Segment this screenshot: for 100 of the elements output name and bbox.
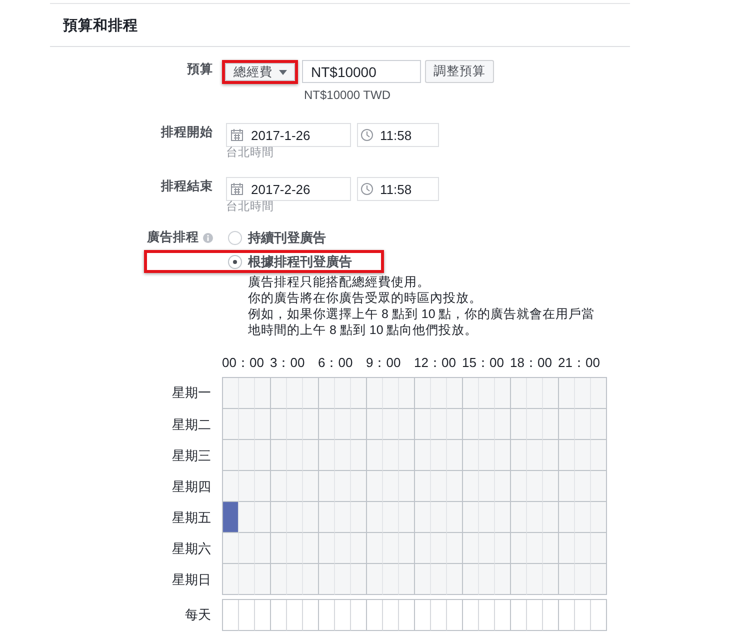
time-slot[interactable] (255, 409, 271, 440)
time-slot[interactable] (559, 502, 575, 533)
time-slot[interactable] (319, 378, 335, 409)
time-slot[interactable] (223, 409, 239, 440)
time-slot[interactable] (479, 502, 495, 533)
time-slot[interactable] (287, 564, 303, 595)
time-slot[interactable] (287, 440, 303, 471)
time-slot[interactable] (399, 502, 415, 533)
time-slot[interactable] (511, 600, 527, 631)
time-slot[interactable] (335, 471, 351, 502)
time-slot[interactable] (511, 378, 527, 409)
time-slot[interactable] (447, 409, 463, 440)
time-slot[interactable] (527, 502, 543, 533)
time-slot[interactable] (319, 600, 335, 631)
time-slot[interactable] (431, 564, 447, 595)
time-slot[interactable] (447, 533, 463, 564)
time-slot[interactable] (383, 378, 399, 409)
time-slot[interactable] (559, 440, 575, 471)
time-slot[interactable] (319, 564, 335, 595)
time-slot[interactable] (319, 440, 335, 471)
budget-type-dropdown[interactable]: 總經費 (225, 63, 295, 81)
time-slot[interactable] (383, 502, 399, 533)
time-slot[interactable] (543, 564, 559, 595)
time-slot[interactable] (415, 409, 431, 440)
time-slot[interactable] (223, 564, 239, 595)
time-slot[interactable] (431, 378, 447, 409)
time-slot[interactable] (255, 440, 271, 471)
time-slot[interactable] (591, 409, 607, 440)
time-slot[interactable] (543, 471, 559, 502)
time-slot[interactable] (431, 502, 447, 533)
time-field[interactable]: 11:58 (357, 177, 439, 201)
time-slot[interactable] (351, 471, 367, 502)
time-slot[interactable] (527, 440, 543, 471)
time-slot[interactable] (495, 440, 511, 471)
time-slot[interactable] (303, 378, 319, 409)
time-slot[interactable] (543, 440, 559, 471)
time-slot[interactable] (399, 600, 415, 631)
time-slot[interactable] (367, 440, 383, 471)
time-slot[interactable] (447, 600, 463, 631)
time-slot[interactable] (543, 600, 559, 631)
time-slot[interactable] (511, 409, 527, 440)
time-slot[interactable] (287, 409, 303, 440)
time-slot[interactable] (431, 471, 447, 502)
time-slot[interactable] (287, 533, 303, 564)
time-slot[interactable] (383, 440, 399, 471)
time-slot[interactable] (591, 533, 607, 564)
time-slot[interactable] (479, 564, 495, 595)
time-slot[interactable] (335, 600, 351, 631)
time-slot[interactable] (511, 533, 527, 564)
time-slot[interactable] (239, 533, 255, 564)
budget-amount-field[interactable]: NT$10000 (302, 60, 421, 83)
time-slot[interactable] (287, 600, 303, 631)
date-field[interactable]: 2017-2-26 (226, 177, 351, 201)
time-slot[interactable] (511, 471, 527, 502)
time-slot[interactable] (367, 378, 383, 409)
time-slot[interactable] (495, 378, 511, 409)
time-slot[interactable] (383, 564, 399, 595)
time-slot[interactable] (479, 440, 495, 471)
time-slot[interactable] (271, 533, 287, 564)
time-slot[interactable] (591, 471, 607, 502)
time-slot[interactable] (463, 564, 479, 595)
time-slot[interactable] (271, 502, 287, 533)
time-slot[interactable] (447, 471, 463, 502)
time-slot[interactable] (319, 502, 335, 533)
time-slot[interactable] (319, 409, 335, 440)
time-slot[interactable] (223, 440, 239, 471)
time-slot[interactable] (351, 600, 367, 631)
time-slot[interactable] (351, 440, 367, 471)
time-slot[interactable] (463, 502, 479, 533)
date-field[interactable]: 2017-1-26 (226, 123, 351, 147)
time-slot[interactable] (495, 409, 511, 440)
time-slot[interactable] (575, 502, 591, 533)
time-slot[interactable] (463, 440, 479, 471)
time-slot[interactable] (511, 502, 527, 533)
time-slot[interactable] (575, 378, 591, 409)
time-slot[interactable] (479, 378, 495, 409)
time-slot[interactable] (415, 440, 431, 471)
time-slot[interactable] (431, 533, 447, 564)
time-slot[interactable] (223, 378, 239, 409)
time-slot[interactable] (223, 533, 239, 564)
time-slot[interactable] (447, 502, 463, 533)
time-slot[interactable] (575, 564, 591, 595)
time-slot[interactable] (255, 600, 271, 631)
time-slot[interactable] (383, 409, 399, 440)
time-slot[interactable] (527, 600, 543, 631)
time-slot[interactable] (495, 600, 511, 631)
time-slot[interactable] (335, 564, 351, 595)
time-slot[interactable] (255, 502, 271, 533)
time-slot[interactable] (415, 533, 431, 564)
time-slot[interactable] (431, 409, 447, 440)
time-slot[interactable] (399, 440, 415, 471)
time-slot[interactable] (559, 471, 575, 502)
adjust-budget-button[interactable]: 調整預算 (425, 60, 494, 83)
time-slot[interactable] (367, 564, 383, 595)
time-slot[interactable] (543, 378, 559, 409)
time-slot[interactable] (319, 471, 335, 502)
time-slot[interactable] (511, 440, 527, 471)
time-slot[interactable] (495, 502, 511, 533)
time-slot[interactable] (543, 409, 559, 440)
time-slot[interactable] (527, 378, 543, 409)
